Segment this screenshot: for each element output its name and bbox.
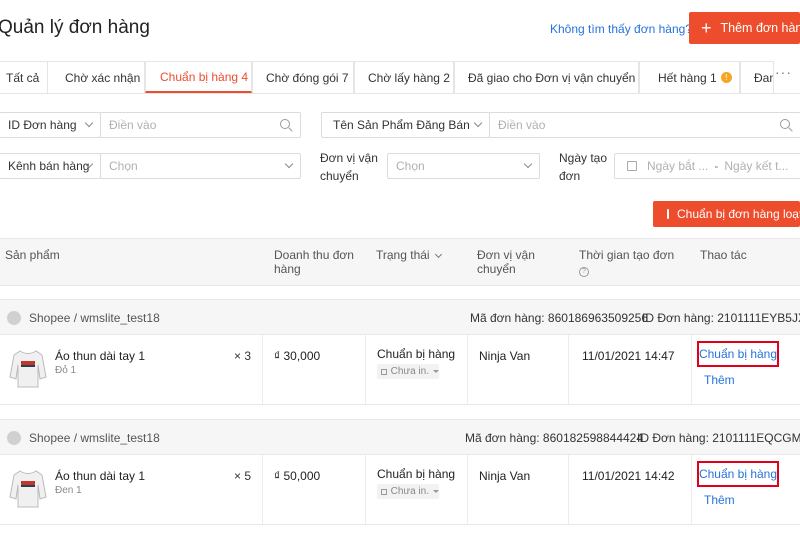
print-status-dropdown[interactable]: Chưa in. (377, 364, 439, 379)
printer-icon (381, 368, 387, 375)
chevron-down-icon (434, 250, 442, 259)
tab-handed-to-carrier[interactable]: Đã giao cho Đơn vị vận chuyển? (454, 61, 639, 93)
more-tabs-icon[interactable]: ··· (775, 64, 792, 80)
order-group-header: Shopee / wmslite_test18 Mã đơn hàng: 860… (0, 419, 800, 455)
order-id: ID Đơn hàng: 2101111EYB5JXQ (642, 311, 800, 325)
chevron-down-icon (473, 118, 483, 128)
table-row: Áo thun dài tay 1 Đỏ 1 × 3 ₫ 30,000 Chuẩ… (0, 335, 800, 405)
more-actions-link[interactable]: Thêm (704, 493, 735, 507)
tab-out-of-stock[interactable]: Hết hàng 1! (639, 61, 740, 93)
tshirt-thumbnail (9, 350, 47, 388)
col-product: Sản phẩm (5, 248, 60, 262)
shop-name: Shopee / wmslite_test18 (29, 431, 160, 445)
add-order-label: Thêm đơn hàng (720, 21, 800, 35)
date-start[interactable]: Ngày bắt ... (647, 159, 708, 173)
print-status-dropdown[interactable]: Chưa in. (377, 484, 439, 499)
created-date-label: Ngày tạo đơn (559, 151, 608, 183)
batch-prepare-button[interactable]: Chuẩn bị đơn hàng loạt (653, 201, 800, 227)
table-row: Áo thun dài tay 1 Đen 1 × 5 ₫ 50,000 Chu… (0, 455, 800, 525)
product-name[interactable]: Áo thun dài tay 1 (55, 349, 145, 363)
warning-icon: ! (720, 72, 732, 83)
carrier-name: Ninja Van (479, 469, 531, 483)
tab-more-cut[interactable]: Đan (740, 61, 774, 93)
order-number: Mã đơn hàng: 860186963509256 (470, 311, 649, 325)
calendar-icon (627, 161, 637, 171)
created-time: 11/01/2021 14:47 (582, 349, 675, 363)
tab-all[interactable]: Tất cả (0, 61, 48, 93)
order-group-header: Shopee / wmslite_test18 Mã đơn hàng: 860… (0, 299, 800, 335)
tab-waiting-packing[interactable]: Chờ đóng gói 7 (252, 61, 354, 93)
sales-channel-dropdown[interactable]: Chọn (100, 153, 301, 179)
caret-down-icon (433, 370, 439, 373)
plus-icon: + (701, 18, 712, 38)
product-variant: Đen 1 (55, 485, 82, 496)
order-id: ID Đơn hàng: 2101111EQCGMYU (637, 431, 800, 445)
shop-name: Shopee / wmslite_test18 (29, 311, 160, 325)
product-quantity: × 5 (234, 469, 252, 483)
prepare-order-button[interactable]: Chuẩn bị hàng (697, 461, 779, 487)
order-amount: ₫ 30,000 (274, 349, 321, 363)
order-number: Mã đơn hàng: 860182598844424 (465, 431, 644, 445)
chevron-down-icon (523, 159, 533, 169)
order-id-select[interactable]: ID Đơn hàng (0, 112, 101, 138)
tab-preparing[interactable]: Chuẩn bị hàng 4 (145, 61, 252, 93)
product-variant: Đỏ 1 (55, 365, 77, 376)
add-order-button[interactable]: + Thêm đơn hàng (689, 12, 800, 44)
table-header: Sản phẩm Doanh thu đơn hàng Trạng thái Đ… (0, 238, 800, 286)
shop-icon (7, 431, 21, 445)
more-actions-link[interactable]: Thêm (704, 373, 735, 387)
shop-icon (7, 311, 21, 325)
order-status-tabs: Tất cả Chờ xác nhận Chuẩn bị hàng 4 Chờ … (0, 61, 800, 94)
search-icon (780, 119, 790, 129)
tshirt-thumbnail (9, 470, 47, 508)
carrier-filter-label: Đơn vị vận chuyển (320, 151, 378, 183)
carrier-name: Ninja Van (479, 349, 531, 363)
tabs-divider (0, 93, 800, 94)
order-not-found-link[interactable]: Không tìm thấy đơn hàng? (550, 22, 692, 36)
tab-waiting-pickup[interactable]: Chờ lấy hàng 2 (354, 61, 454, 93)
product-quantity: × 3 (234, 349, 252, 363)
product-name-input[interactable]: Điền vào (489, 112, 800, 138)
col-action: Thao tác (700, 248, 747, 262)
product-name-select[interactable]: Tên Sản Phẩm Đăng Bán (321, 112, 490, 138)
order-id-input[interactable]: Điền vào (100, 112, 301, 138)
tab-pending-confirmation[interactable]: Chờ xác nhận (47, 61, 145, 93)
col-status[interactable]: Trạng thái (376, 248, 442, 262)
caret-down-icon (433, 490, 439, 493)
product-name[interactable]: Áo thun dài tay 1 (55, 469, 145, 483)
created-time: 11/01/2021 14:42 (582, 469, 675, 483)
chevron-down-icon (84, 118, 94, 128)
col-carrier: Đơn vị vận chuyển (477, 248, 535, 276)
order-status: Chuẩn bị hàng (377, 467, 456, 481)
page-title: Quản lý đơn hàng (0, 17, 150, 38)
carrier-select[interactable]: Chọn (387, 153, 540, 179)
sales-channel-select[interactable]: Kênh bán hàng (0, 153, 101, 179)
col-revenue: Doanh thu đơn hàng (274, 248, 354, 276)
order-status: Chuẩn bị hàng (377, 347, 456, 361)
date-end[interactable]: Ngày kết t... (724, 159, 788, 173)
col-created-time: Thời gian tạo đơn ? (579, 248, 675, 277)
date-range-picker[interactable]: Ngày bắt ... - Ngày kết t... (614, 153, 800, 179)
order-amount: ₫ 50,000 (274, 469, 321, 483)
help-icon[interactable]: ? (579, 267, 589, 277)
batch-icon (667, 209, 669, 219)
date-separator: - (714, 159, 719, 173)
chevron-down-icon (284, 159, 294, 169)
prepare-order-button[interactable]: Chuẩn bị hàng (697, 341, 779, 367)
printer-icon (381, 488, 387, 495)
search-icon (280, 119, 290, 129)
